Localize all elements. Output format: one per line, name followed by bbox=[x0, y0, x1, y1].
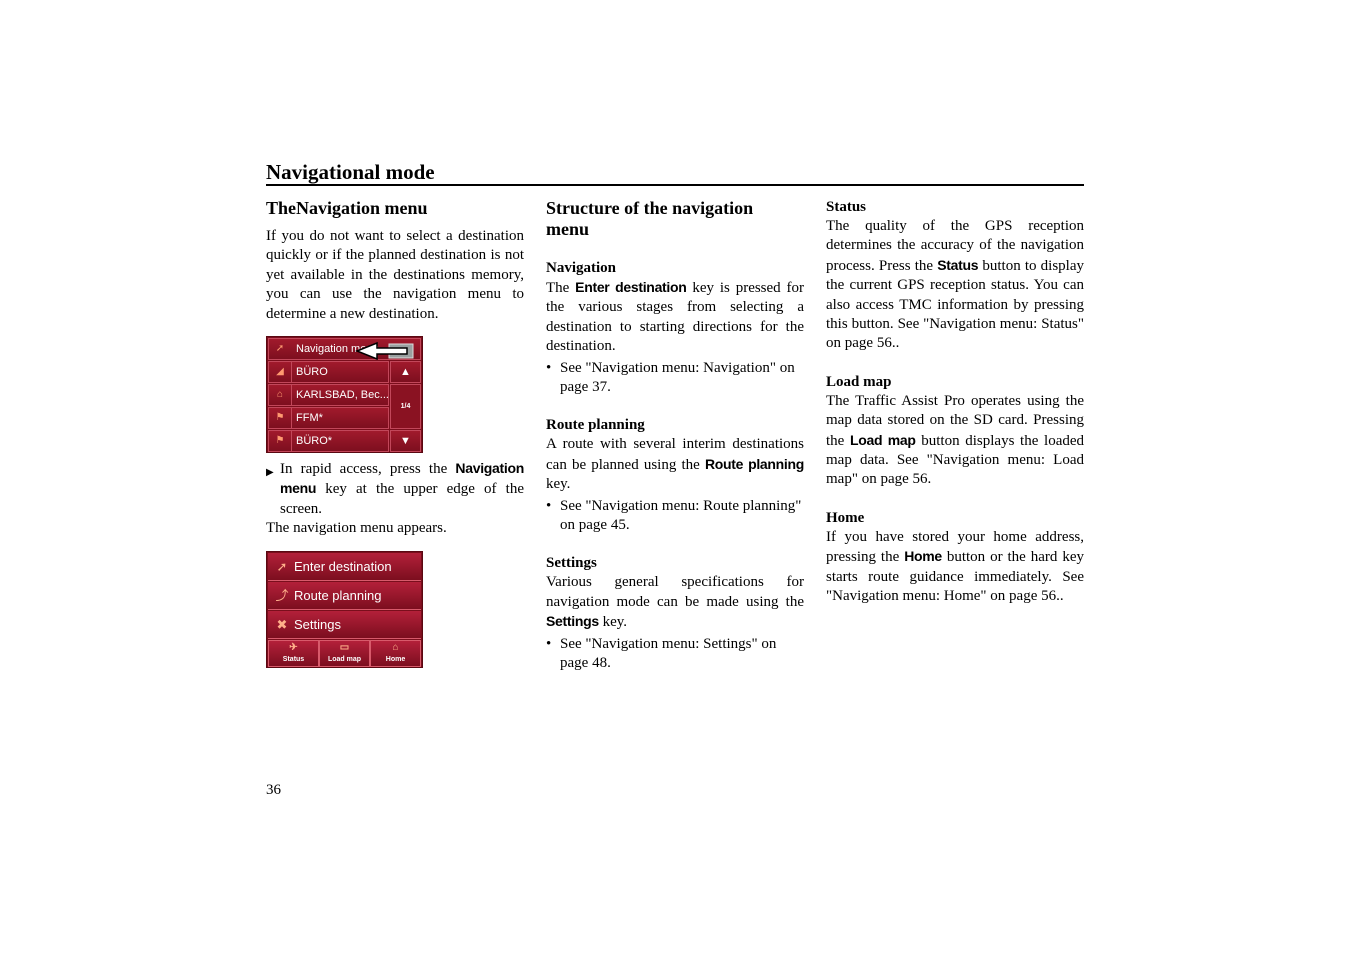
enter-destination-button: ➚ Enter destination bbox=[268, 552, 421, 581]
callout-arrow-icon bbox=[355, 342, 414, 361]
map-icon: ▭ bbox=[339, 641, 350, 653]
route-planning-button: ⤴ Route planning bbox=[268, 581, 421, 610]
page-indicator: 1/4 bbox=[390, 384, 421, 430]
section-heading: Structure of the navigation menu bbox=[546, 198, 754, 239]
navigation-list-screenshot: ➚ Navigation menu ◢ BÜRO ⌂ KARLSBAD, Bec… bbox=[266, 336, 423, 454]
reference-text: See "Navigation menu: Settings" on page … bbox=[560, 635, 777, 672]
list-item-label: BÜRO* bbox=[296, 435, 333, 448]
reference-bullet: • See "Navigation menu: Settings" on page… bbox=[546, 635, 777, 672]
reference-text: See "Navigation menu: Navigation" on pag… bbox=[560, 359, 795, 396]
compass-icon: ➚ bbox=[275, 343, 285, 355]
list-item: ⌂ KARLSBAD, Bec... bbox=[268, 384, 389, 407]
list-item: ◢ BÜRO bbox=[268, 361, 389, 384]
route-planning-section: Route planning A route with several inte… bbox=[546, 416, 804, 535]
navigation-section: Navigation The Enter destination key is … bbox=[546, 259, 804, 397]
subsection-title: Home bbox=[826, 509, 865, 526]
subsection-title: Navigation bbox=[546, 260, 617, 276]
text: key. bbox=[598, 614, 628, 631]
navigation-menu-screenshot: ➚ Enter destination ⤴ Route planning ✖ S… bbox=[266, 550, 423, 668]
route-icon: ⤴ bbox=[275, 587, 289, 603]
result-text: The navigation menu appears. bbox=[266, 520, 447, 537]
list-item: ⚑ FFM* bbox=[268, 407, 389, 430]
subsection-text: Various general specifications for navig… bbox=[546, 573, 804, 632]
list-item-label: KARLSBAD, Bec... bbox=[296, 389, 389, 402]
section-heading: TheNavigation menu bbox=[266, 198, 428, 218]
step-arrow-icon: ▶ bbox=[266, 467, 274, 479]
key-name: Home bbox=[904, 548, 942, 565]
home-icon: ⌂ bbox=[392, 641, 399, 653]
subsection-title: Load map bbox=[826, 373, 892, 390]
column-3: Status The quality of the GPS reception … bbox=[826, 198, 1084, 607]
blank-icon: ◢ bbox=[269, 362, 292, 383]
flag-icon: ⚑ bbox=[269, 431, 292, 452]
subsection-title: Status bbox=[826, 199, 867, 215]
button-label: Route planning bbox=[294, 587, 382, 603]
key-name: Enter destination bbox=[575, 279, 687, 295]
status-button: ✈ Status bbox=[268, 639, 319, 667]
step-text: In rapid access, press the bbox=[280, 461, 456, 478]
scroll-down-button: ▼ bbox=[390, 430, 421, 453]
subsection-text: The quality of the GPS reception determi… bbox=[826, 217, 1084, 354]
settings-section: Settings Various general specifications … bbox=[546, 554, 804, 673]
reference-text: See "Navigation menu: Route planning" on… bbox=[560, 497, 802, 534]
load-map-button: ▭ Load map bbox=[319, 639, 370, 667]
navigation-menu-title-button: ➚ Navigation menu bbox=[268, 338, 421, 361]
button-label: Enter destination bbox=[294, 558, 392, 574]
text: key. bbox=[546, 476, 571, 493]
tools-icon: ✖ bbox=[276, 616, 288, 632]
list-item-label: FFM* bbox=[296, 412, 323, 425]
button-label: Load map bbox=[327, 655, 362, 663]
button-label: Status bbox=[282, 655, 305, 663]
button-label: Settings bbox=[294, 616, 341, 632]
key-name: Status bbox=[937, 256, 979, 273]
reference-bullet: • See "Navigation menu: Navigation" on pa… bbox=[546, 359, 795, 396]
page-number: 36 bbox=[266, 782, 281, 798]
home-button: ⌂ Home bbox=[370, 639, 421, 667]
subsection-text: A route with several interim destination… bbox=[546, 435, 804, 494]
step-text: key at the upper edge of the screen. bbox=[280, 481, 524, 517]
reference-bullet: • See "Navigation menu: Route planning" o… bbox=[546, 497, 802, 534]
title-rule bbox=[266, 184, 1084, 186]
key-name: Settings bbox=[546, 613, 599, 630]
column-2: Structure of the navigation menu Navigat… bbox=[546, 198, 804, 674]
subsection-text: The Enter destination key is pressed for… bbox=[546, 278, 804, 357]
text: Various general specifications for navig… bbox=[546, 574, 804, 610]
list-item: ⚑ BÜRO* bbox=[268, 430, 389, 453]
page-title: Navigational mode bbox=[266, 160, 435, 184]
satellite-icon: ✈ bbox=[289, 641, 298, 653]
flag-icon: ⚑ bbox=[269, 408, 292, 429]
compass-icon: ➚ bbox=[276, 558, 288, 574]
settings-button: ✖ Settings bbox=[268, 610, 421, 639]
home-icon: ⌂ bbox=[269, 385, 292, 406]
text: The bbox=[546, 280, 576, 296]
button-label: Home bbox=[385, 655, 406, 663]
subsection-text: If you have stored your home address, pr… bbox=[826, 528, 1084, 607]
load-map-section: Load map The Traffic Assist Pro operates… bbox=[826, 373, 1084, 490]
scroll-up-button: ▲ bbox=[390, 361, 421, 384]
subsection-text: The Traffic Assist Pro operates using th… bbox=[826, 392, 1084, 490]
subsection-title: Settings bbox=[546, 555, 597, 572]
key-name: Route planning bbox=[704, 455, 804, 472]
subsection-title: Route planning bbox=[546, 417, 645, 434]
list-item-label: BÜRO bbox=[296, 366, 328, 379]
home-section: Home If you have stored your home addres… bbox=[826, 509, 1084, 607]
column-1: TheNavigation menu If you do not want to… bbox=[266, 198, 524, 668]
instruction-step: ▶ In rapid access, press the Navigation m… bbox=[266, 459, 524, 519]
intro-paragraph: If you do not want to select a destinati… bbox=[266, 228, 524, 322]
status-section: Status The quality of the GPS reception … bbox=[826, 198, 1084, 354]
key-name: Load map bbox=[849, 431, 916, 448]
